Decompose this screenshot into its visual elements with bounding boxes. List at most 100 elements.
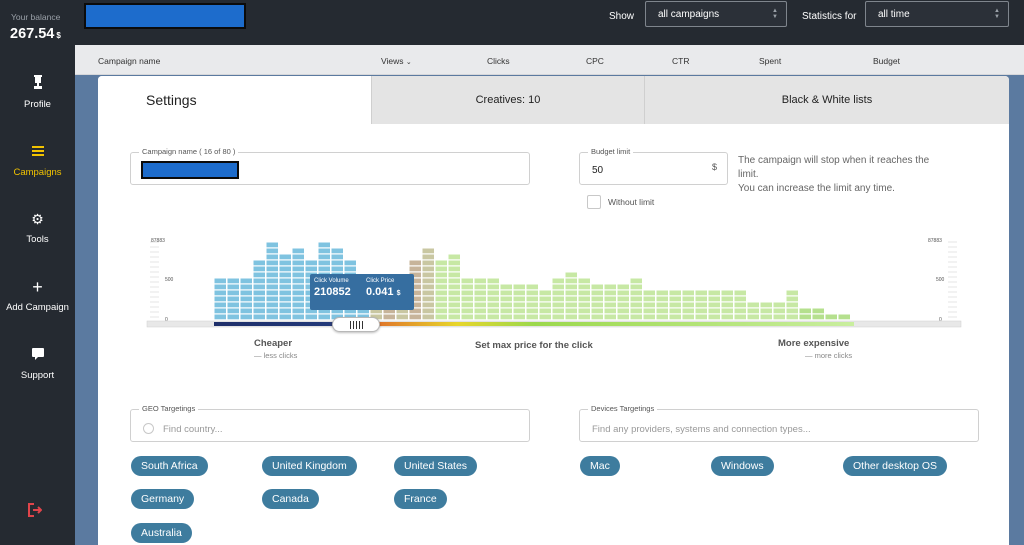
histogram-cell	[578, 296, 590, 302]
histogram-cell	[604, 314, 616, 320]
histogram-cell	[630, 308, 642, 314]
histogram-bar	[799, 308, 811, 320]
histogram-cell	[253, 284, 265, 290]
histogram-bar	[695, 290, 707, 320]
histogram-cell	[656, 290, 668, 296]
histogram-cell	[539, 308, 551, 314]
histogram-cell	[292, 248, 304, 254]
histogram-cell	[474, 284, 486, 290]
price-histogram[interactable]: 87883 500 0 87883 500 0	[98, 76, 1009, 376]
histogram-cell	[240, 308, 252, 314]
axis-mid-left: 500	[165, 277, 174, 283]
statistics-select-value: all time	[878, 9, 910, 20]
histogram-bar	[539, 290, 551, 320]
histogram-cell	[474, 290, 486, 296]
histogram-cell	[591, 308, 603, 314]
histogram-cell	[760, 302, 772, 308]
geo-tag-united-kingdom[interactable]: United Kingdom	[262, 456, 357, 476]
histogram-cell	[552, 290, 564, 296]
more-expensive-subcaption: — more clicks	[805, 351, 853, 360]
sidebar-item-campaigns[interactable]: Campaigns	[0, 143, 75, 178]
histogram-cell	[344, 266, 356, 272]
geo-tag-united-states[interactable]: United States	[394, 456, 478, 476]
histogram-cell	[448, 284, 460, 290]
histogram-bar	[656, 290, 668, 320]
histogram-cell	[721, 296, 733, 302]
column-label: Views	[381, 56, 404, 66]
histogram-cell	[487, 296, 499, 302]
histogram-bar	[643, 290, 655, 320]
sidebar-item-support[interactable]: Support	[0, 346, 75, 381]
histogram-cell	[266, 314, 278, 320]
geo-search-input[interactable]: Find country...	[163, 424, 223, 435]
geo-targeting-field[interactable]: GEO Targetings Find country...	[130, 404, 530, 442]
sidebar-item-add-campaign[interactable]: + Add Campaign	[0, 278, 75, 313]
histogram-cell	[240, 284, 252, 290]
click-volume-value: 210852	[314, 286, 351, 298]
histogram-cell	[214, 296, 226, 302]
sidebar-item-profile[interactable]: Profile	[0, 75, 75, 110]
geo-tag-canada[interactable]: Canada	[262, 489, 319, 509]
column-campaign-name[interactable]: Campaign name	[98, 56, 160, 66]
gear-icon: ⚙	[31, 211, 44, 227]
histogram-cell	[253, 296, 265, 302]
price-slider-handle[interactable]	[332, 317, 380, 332]
histogram-cell	[474, 314, 486, 320]
histogram-cell	[253, 314, 265, 320]
histogram-cell	[786, 314, 798, 320]
histogram-bar	[825, 314, 837, 320]
geo-tag-south-africa[interactable]: South Africa	[131, 456, 208, 476]
column-views[interactable]: Views ⌄	[381, 56, 412, 66]
histogram-cell	[747, 308, 759, 314]
devices-targeting-field[interactable]: Devices Targetings Find any providers, s…	[579, 404, 979, 442]
cheaper-subcaption: — less clicks	[254, 351, 298, 360]
histogram-cell	[526, 314, 538, 320]
histogram-cell	[604, 290, 616, 296]
show-select[interactable]: all campaigns ▲ ▼	[645, 1, 787, 27]
histogram-cell	[227, 284, 239, 290]
device-tag-other-desktop-os[interactable]: Other desktop OS	[843, 456, 948, 476]
histogram-cell	[487, 278, 499, 284]
histogram-cell	[708, 314, 720, 320]
device-tag-mac[interactable]: Mac	[580, 456, 620, 476]
histogram-cell	[617, 308, 629, 314]
histogram-cell	[643, 296, 655, 302]
histogram-cell	[799, 308, 811, 314]
geo-tag-germany[interactable]: Germany	[131, 489, 195, 509]
histogram-cell	[721, 302, 733, 308]
column-budget[interactable]: Budget	[873, 56, 900, 66]
histogram-cell	[227, 290, 239, 296]
histogram-cell	[292, 284, 304, 290]
histogram-cell	[760, 314, 772, 320]
histogram-cell	[760, 308, 772, 314]
logout-icon[interactable]	[27, 503, 43, 519]
histogram-bar	[240, 278, 252, 320]
histogram-cell	[266, 242, 278, 248]
click-volume-label: Click Volume	[314, 278, 349, 284]
histogram-cell	[682, 314, 694, 320]
device-tag-windows[interactable]: Windows	[711, 456, 774, 476]
histogram-cell	[773, 314, 785, 320]
histogram-cell	[565, 284, 577, 290]
devices-search-input[interactable]: Find any providers, systems and connecti…	[592, 424, 811, 435]
geo-tag-france[interactable]: France	[394, 489, 447, 509]
column-ctr[interactable]: CTR	[672, 56, 689, 66]
geo-tag-australia[interactable]: Australia	[131, 523, 192, 543]
histogram-cell	[565, 308, 577, 314]
histogram-bar	[773, 302, 785, 320]
histogram-cell	[448, 290, 460, 296]
histogram-cell	[695, 314, 707, 320]
histogram-cell	[253, 302, 265, 308]
statistics-select[interactable]: all time ▲ ▼	[865, 1, 1009, 27]
column-cpc[interactable]: CPC	[586, 56, 604, 66]
histogram-cell	[279, 254, 291, 260]
column-spent[interactable]: Spent	[759, 56, 781, 66]
histogram-cell	[643, 290, 655, 296]
histogram-cell	[435, 308, 447, 314]
histogram-cell	[240, 278, 252, 284]
column-clicks[interactable]: Clicks	[487, 56, 510, 66]
histogram-cell	[487, 284, 499, 290]
histogram-cell	[539, 290, 551, 296]
sidebar-item-tools[interactable]: ⚙ Tools	[0, 210, 75, 245]
histogram-bar	[214, 278, 226, 320]
